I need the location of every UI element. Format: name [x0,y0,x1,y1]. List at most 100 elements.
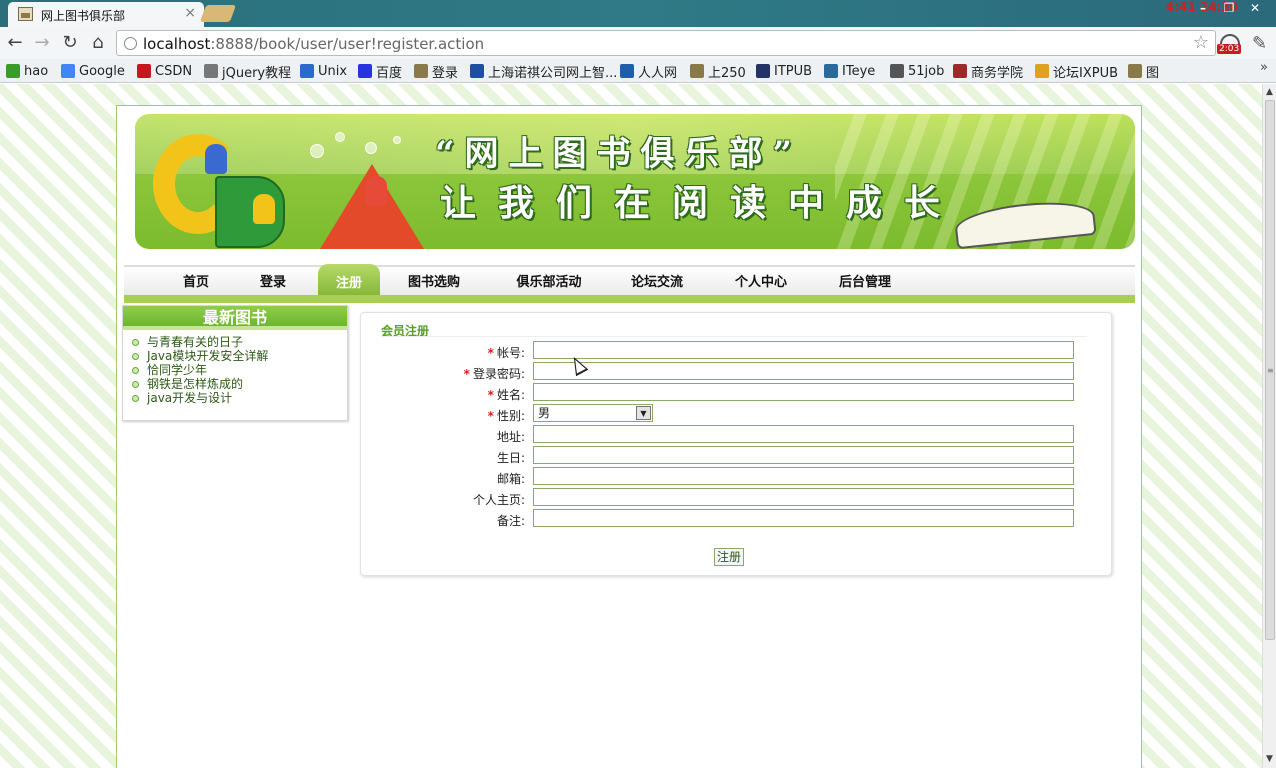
form-input-1[interactable] [533,362,1074,380]
menu-item-7[interactable]: 后台管理 [835,271,895,293]
page-icon [1128,64,1142,78]
scroll-down-icon[interactable]: ▼ [1266,754,1273,764]
tab-close-icon[interactable]: × [184,5,196,21]
form-field-label: * 姓名: [488,386,525,403]
form-field-label-text: 性别: [496,409,525,423]
banner-bubble [365,142,377,154]
page-viewport: “网上图书俱乐部” 让我们在阅读中成长 首页 登录 注册 图书选购 俱乐部活动 论坛交流个… [0,84,1262,768]
form-row: * 性别: 男 ▼ [361,404,1113,425]
bookmark-item[interactable]: Google [61,62,125,80]
forward-arrow-icon[interactable]: → [32,33,52,53]
form-input-6[interactable] [533,467,1074,485]
gender-select-value: 男 [538,406,551,420]
new-tab-button[interactable] [199,5,237,22]
form-input-8[interactable] [533,509,1074,527]
menu-item-5[interactable]: 论坛交流 [627,271,687,293]
page-info-icon[interactable] [124,37,137,50]
form-field-label-text: 邮箱: [496,472,525,486]
bookmark-item[interactable]: 图 [1128,62,1160,81]
bookmark-item[interactable]: CSDN [137,62,192,80]
bookmark-item[interactable]: 51job [890,62,944,80]
gender-select[interactable]: 男 ▼ [533,404,653,422]
menu-item-3[interactable]: 图书选购 [404,271,464,293]
banner-slogan: 让我们在阅读中成长 [440,182,963,224]
latest-book-link[interactable]: 恰同学少年 [131,363,347,377]
ixpub-icon [1035,64,1049,78]
bookmark-item[interactable]: 商务学院 [953,62,1023,81]
bookmarks-bar: hao Google CSDN jQuery教程 Unix 百度 登录 上海诺祺公司网上智..… [0,59,1276,83]
form-row: * 姓名: [361,383,1113,404]
banner-bubble [310,144,324,158]
bookmark-item[interactable]: 论坛IXPUB [1035,62,1118,81]
bookmark-item[interactable]: ITeye [824,62,875,80]
banner-child-figure [205,144,227,174]
browser-toolbar: ← → ↻ ⌂ localhost:8888/book/user/user!re… [0,27,1276,59]
form-field-label: 地址: [497,428,525,445]
form-input-4[interactable] [533,425,1074,443]
bookmark-item[interactable]: jQuery教程 [204,62,292,81]
bookmark-star-icon[interactable]: ☆ [1193,32,1209,53]
restore-button[interactable]: ❐ [1218,0,1240,16]
back-arrow-icon[interactable]: ← [5,33,25,53]
wrench-menu-icon[interactable]: ✎ [1252,33,1267,54]
bookmark-label: 登录 [432,65,459,81]
page-scrollbar[interactable]: ▲ ≡ ▼ [1262,84,1276,768]
browser-tab-active[interactable]: 网上图书俱乐部 × [8,2,204,27]
home-icon[interactable]: ⌂ [88,33,108,53]
form-field-label-text: 备注: [496,514,525,528]
menu-item-6[interactable]: 个人中心 [731,271,791,293]
minimize-button[interactable]: – [1192,0,1214,16]
menu-item-1[interactable]: 登录 [251,271,295,293]
bookmark-item[interactable]: 上海诺祺公司网上智... [470,62,618,81]
required-marker: * [487,346,494,360]
form-input-0[interactable] [533,341,1074,359]
latest-book-link[interactable]: java开发与设计 [131,391,347,405]
address-bar[interactable]: localhost:8888/book/user/user!register.a… [116,30,1216,56]
close-window-button[interactable]: ✕ [1244,0,1266,16]
bookmark-item[interactable]: hao [6,62,48,80]
required-marker: * [487,409,494,423]
latest-book-link[interactable]: Java模块开发安全详解 [131,349,347,363]
td-icon [470,64,484,78]
menu-item-2[interactable]: 注册 [318,264,380,295]
bookmark-item[interactable]: Unix [300,62,347,80]
bookmark-label: jQuery教程 [222,65,292,81]
latest-book-link[interactable]: 钢铁是怎样炼成的 [131,377,347,391]
chevron-down-icon[interactable]: ▼ [636,406,651,420]
address-url: localhost:8888/book/user/user!register.a… [143,35,484,53]
unix-icon [300,64,314,78]
bookmark-item[interactable]: 登录 [414,62,459,81]
bookmark-label: 上海诺祺公司网上智... [488,65,618,81]
page-icon [414,64,428,78]
form-input-7[interactable] [533,488,1074,506]
bookmark-item[interactable]: 百度 [358,62,402,81]
register-form-panel: 会员注册 * 帐号: * 登录密码: * 姓名: * 性别: 男 ▼ 地址: 生日: 邮箱: 个人主页: 备… [360,312,1112,576]
bookmark-item[interactable]: ITPUB [756,62,812,80]
menu-item-0[interactable]: 首页 [174,271,218,293]
menu-item-4[interactable]: 俱乐部活动 [509,271,589,293]
banner-child-figure [253,194,275,224]
form-row: * 帐号: [361,341,1113,362]
form-field-label: 邮箱: [497,470,525,487]
form-input-5[interactable] [533,446,1074,464]
register-submit-button[interactable]: 注册 [714,548,745,566]
hao-icon [6,64,20,78]
latest-books-list: 与青春有关的日子 Java模块开发安全详解 恰同学少年 钢铁是怎样炼成的 java开发与… [123,330,347,405]
bookmark-item[interactable]: 上250 [690,62,746,81]
reload-icon[interactable]: ↻ [60,33,80,53]
form-field-label-text: 帐号: [496,346,525,360]
bookmarks-overflow-icon[interactable]: » [1260,60,1268,75]
form-field-label-text: 登录密码: [472,367,525,381]
scroll-up-icon[interactable]: ▲ [1266,87,1273,97]
bookmark-label: 图 [1146,65,1160,81]
form-input-2[interactable] [533,383,1074,401]
banner-bubble [393,136,401,144]
page-favicon-icon [18,7,33,21]
latest-book-link[interactable]: 与青春有关的日子 [131,335,347,349]
baidu-icon [358,64,372,78]
bookmark-item[interactable]: 人人网 [620,62,677,81]
form-field-label: 备注: [497,512,525,529]
banner-bubble [335,132,345,142]
globe-icon [204,64,218,78]
page-icon [690,64,704,78]
